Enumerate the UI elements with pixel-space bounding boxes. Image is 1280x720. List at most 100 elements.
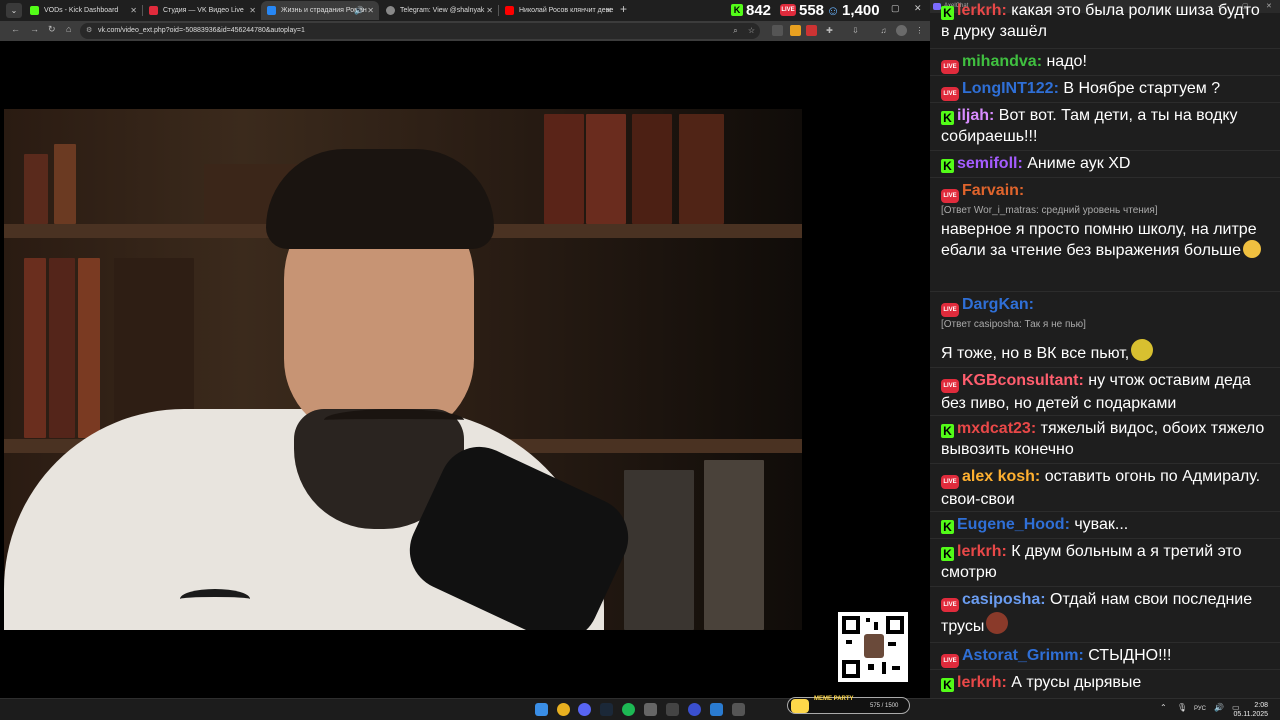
- chat-username[interactable]: lerkrh:: [957, 2, 1007, 19]
- video-player[interactable]: [4, 109, 802, 630]
- chat-username[interactable]: lerkrh:: [957, 674, 1007, 691]
- person-hair: [266, 149, 494, 249]
- chat-text: Аниме аук XD: [1027, 155, 1131, 172]
- chat-message: Klerkrh: А трусы дырявые: [941, 672, 1271, 693]
- chat-username[interactable]: semifoll:: [957, 155, 1023, 172]
- minimize-icon[interactable]: ▢: [891, 3, 900, 14]
- home-icon[interactable]: ⌂: [66, 24, 71, 34]
- tab-kick-vods[interactable]: VODs - Kick Dashboard ✕: [24, 1, 142, 20]
- tab-search-button[interactable]: ⌄: [6, 3, 22, 18]
- close-icon[interactable]: ✕: [249, 1, 256, 20]
- obs-icon[interactable]: [644, 703, 657, 716]
- chevron-up-icon[interactable]: ⌃: [1160, 703, 1167, 712]
- volume-icon[interactable]: 🔊: [1214, 703, 1224, 712]
- chat-username[interactable]: casiposha:: [962, 591, 1046, 608]
- extension-icon[interactable]: [806, 25, 817, 36]
- back-icon[interactable]: ←: [11, 24, 20, 34]
- media-control-icon[interactable]: ♫: [878, 25, 889, 36]
- chat-username[interactable]: iljah:: [957, 107, 994, 124]
- divider: [930, 538, 1280, 539]
- kick-badge-icon: K: [941, 159, 954, 173]
- chat-message: LIVE LongINT122: В Ноябре стартуем ?: [941, 78, 1271, 101]
- clock[interactable]: 2:08 05.11.2025: [1233, 701, 1268, 719]
- chat-text: В Ноябре стартуем ?: [1063, 80, 1221, 97]
- chat-message: Ksemifoll: Аниме аук XD: [941, 153, 1271, 174]
- meme-party-widget: MEME PARTY 575 / 1500: [787, 696, 910, 714]
- divider: [930, 669, 1280, 670]
- divider: [930, 586, 1280, 587]
- tab-vk-studio[interactable]: Студия — VK Видео Live ✕: [143, 1, 261, 20]
- live-badge-icon: LIVE: [941, 189, 959, 203]
- extensions-puzzle-icon[interactable]: ✚: [824, 25, 835, 36]
- close-icon[interactable]: ✕: [486, 1, 493, 20]
- tab-label: VODs - Kick Dashboard: [44, 7, 119, 14]
- chat-text: наверное я просто помню школу, на литре …: [941, 221, 1257, 259]
- download-icon[interactable]: ⇩: [850, 25, 861, 36]
- pepe-emote-icon: [1131, 339, 1154, 361]
- kick-badge-icon: K: [941, 678, 954, 692]
- chat-text: Я тоже, но в ВК все пьют,: [941, 345, 1130, 362]
- divider: [930, 177, 1280, 178]
- start-windows-icon[interactable]: [535, 703, 548, 716]
- tab-youtube[interactable]: Николай Росов клянчит дене ✕: [499, 1, 617, 20]
- discord-icon[interactable]: [578, 703, 591, 716]
- live-badge-icon: LIVE: [941, 654, 959, 668]
- chat-username[interactable]: DargKan:: [962, 296, 1034, 313]
- meme-party-progress: 575 / 1500: [870, 703, 899, 709]
- reload-icon[interactable]: ↻: [48, 24, 56, 35]
- microphone-icon[interactable]: 🎙: [1177, 703, 1187, 712]
- tab-vk-video-active[interactable]: Жизнь и страдания Роман 🔊 ✕: [261, 1, 379, 20]
- chat-text: СТЫДНО!!!: [1088, 647, 1172, 664]
- extension-icon[interactable]: [772, 25, 783, 36]
- clock-date: 05.11.2025: [1233, 711, 1268, 718]
- kick-favicon-icon: [30, 6, 39, 15]
- kick-viewers: K 842: [731, 0, 771, 20]
- app-icon[interactable]: [710, 703, 723, 716]
- site-info-icon[interactable]: ⚙: [86, 23, 92, 39]
- chat-text: чувак...: [1074, 516, 1129, 533]
- close-window-icon[interactable]: ✕: [914, 3, 922, 14]
- app-icon[interactable]: [732, 703, 745, 716]
- zoom-icon[interactable]: ⌕: [730, 25, 741, 36]
- chat-message: LIVE Farvain: [Ответ Wor_i_matras: средни…: [941, 180, 1271, 261]
- vk-favicon-icon: [267, 6, 276, 15]
- chat-username[interactable]: Farvain:: [962, 182, 1024, 199]
- divider: [930, 75, 1280, 76]
- steam-icon[interactable]: [600, 703, 613, 716]
- app-icon[interactable]: [666, 703, 679, 716]
- close-icon[interactable]: ✕: [605, 1, 612, 20]
- chat-username[interactable]: KGBconsultant:: [962, 372, 1084, 389]
- more-menu-icon[interactable]: ⋮: [914, 25, 925, 36]
- speaker-icon[interactable]: 🔊: [354, 1, 364, 20]
- profile-avatar-icon[interactable]: [896, 25, 907, 36]
- chat-username[interactable]: alex kosh:: [962, 468, 1040, 485]
- spotify-icon[interactable]: [622, 703, 635, 716]
- clock-time: 2:08: [1254, 702, 1268, 709]
- bookmark-star-icon[interactable]: ☆: [746, 25, 757, 36]
- kick-viewer-count: 842: [746, 1, 772, 19]
- new-tab-button[interactable]: +: [620, 2, 627, 16]
- forward-icon[interactable]: →: [30, 24, 39, 34]
- close-icon[interactable]: ✕: [130, 1, 137, 20]
- chat-username[interactable]: Astorat_Grimm:: [962, 647, 1084, 664]
- total-viewers: ☺ 1,400: [826, 0, 879, 20]
- divider: [930, 415, 1280, 416]
- chat-username[interactable]: lerkrh:: [957, 543, 1007, 560]
- extension-icon[interactable]: [790, 25, 801, 36]
- live-badge-icon: LIVE: [941, 87, 959, 101]
- tab-telegram[interactable]: Telegram: View @shalnyak ✕: [380, 1, 498, 20]
- chat-username[interactable]: LongINT122:: [962, 80, 1059, 97]
- chat-username[interactable]: mxdcat23:: [957, 420, 1036, 437]
- chat-username[interactable]: Eugene_Hood:: [957, 516, 1070, 533]
- divider: [930, 102, 1280, 103]
- url-input[interactable]: ⚙ vk.com/video_ext.php?oid=-50883936&id=…: [80, 23, 760, 39]
- divider: [930, 291, 1280, 292]
- divider: [930, 642, 1280, 643]
- close-icon[interactable]: ✕: [367, 1, 374, 20]
- language-indicator[interactable]: РУС: [1194, 706, 1206, 712]
- vk-viewer-count: 558: [799, 1, 825, 19]
- divider: [930, 463, 1280, 464]
- media-player-icon[interactable]: [688, 703, 701, 716]
- chat-username[interactable]: mihandva:: [962, 53, 1042, 70]
- chrome-icon[interactable]: [557, 703, 570, 716]
